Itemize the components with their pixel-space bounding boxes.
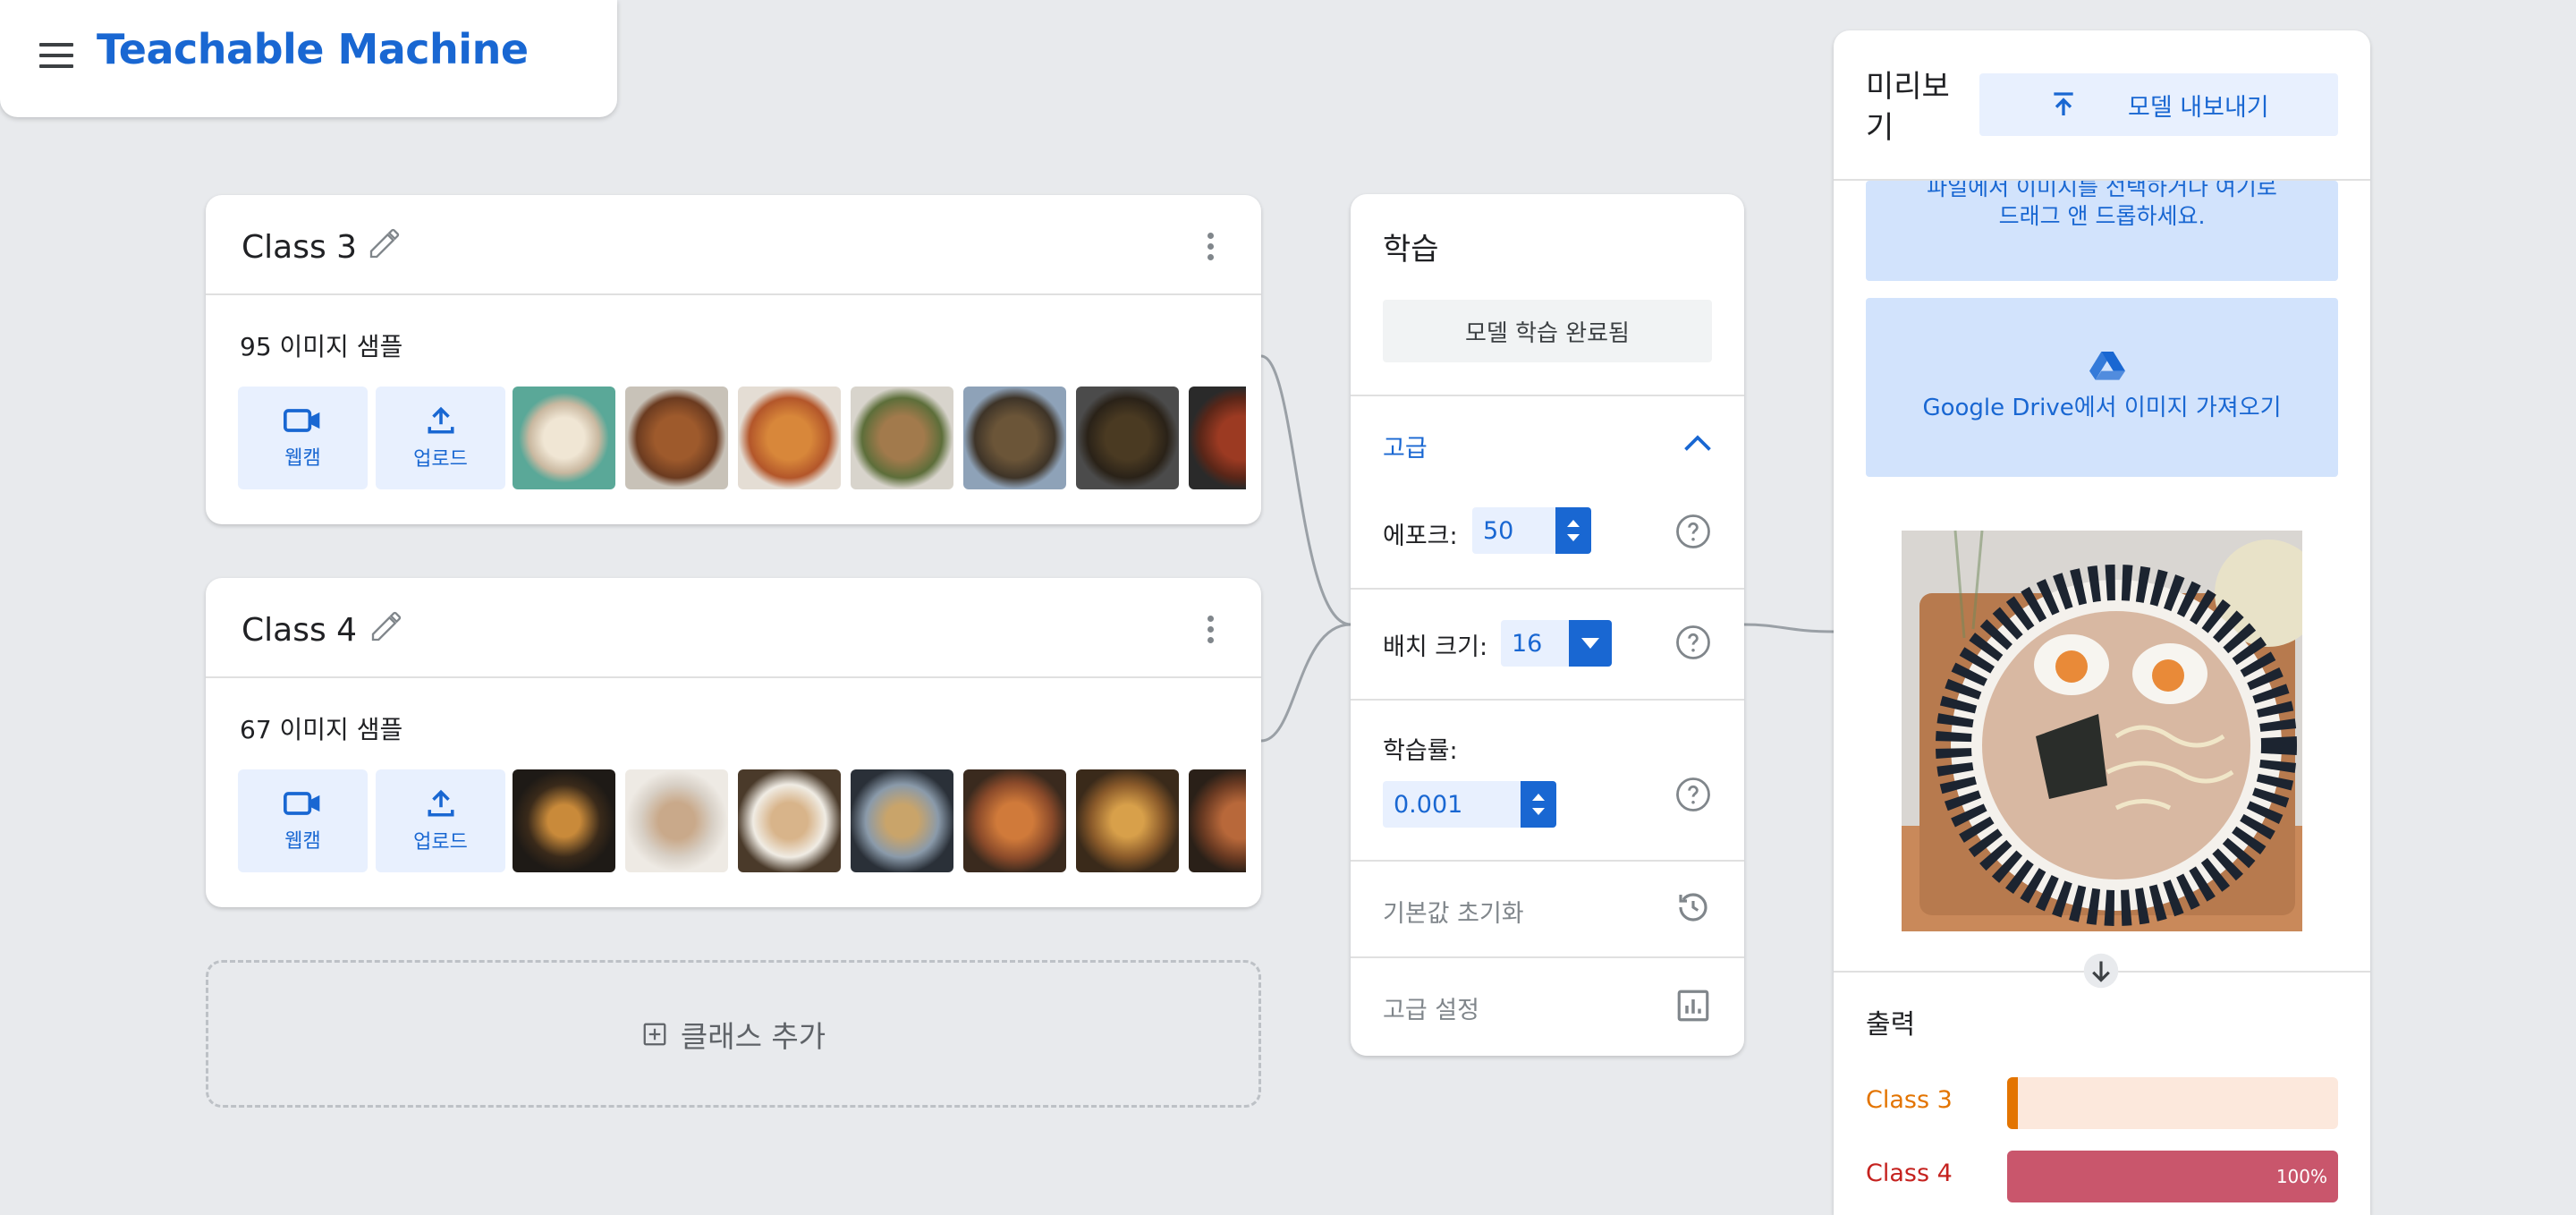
video-camera-icon — [283, 408, 319, 432]
epochs-stepper[interactable]: 50 — [1472, 507, 1591, 554]
stepper-arrows-icon[interactable] — [1555, 507, 1591, 554]
learning-rate-label: 학습률: — [1383, 737, 1458, 765]
export-model-button[interactable]: 모델 내보내기 — [1979, 73, 2338, 136]
google-drive-import-button[interactable]: Google Drive에서 이미지 가져오기 — [1866, 298, 2338, 477]
preview-image — [1902, 531, 2302, 931]
output-label-class-3: Class 3 — [1866, 1086, 1953, 1114]
sample-thumbnail[interactable] — [513, 387, 615, 489]
class-name[interactable]: Class 3 — [242, 229, 357, 266]
stepper-arrows-icon[interactable] — [1521, 781, 1556, 828]
sample-thumbnail[interactable] — [1076, 387, 1179, 489]
sample-thumbnail[interactable] — [738, 387, 841, 489]
export-upload-icon — [2054, 92, 2073, 115]
sample-thumbnail[interactable] — [1076, 769, 1179, 872]
sample-thumbnails — [513, 769, 1246, 872]
chevron-up-icon[interactable] — [1682, 432, 1714, 454]
history-icon[interactable] — [1674, 888, 1712, 926]
batch-size-label: 배치 크기: — [1383, 633, 1488, 661]
sample-thumbnail[interactable] — [1189, 769, 1246, 872]
upload-button[interactable]: 업로드 — [376, 769, 505, 872]
chevron-down-icon[interactable] — [1569, 620, 1612, 667]
sample-thumbnail[interactable] — [851, 387, 953, 489]
output-title: 출력 — [1866, 1009, 1916, 1041]
class-name[interactable]: Class 4 — [242, 612, 357, 649]
menu-icon[interactable] — [39, 43, 73, 68]
batch-size-select[interactable]: 16 — [1501, 620, 1612, 667]
output-bar-class-4: 100% — [2007, 1151, 2338, 1202]
sample-thumbnail[interactable] — [851, 769, 953, 872]
help-icon[interactable] — [1674, 776, 1712, 813]
webcam-button[interactable]: 웹캠 — [238, 387, 368, 489]
sample-thumbnail[interactable] — [963, 769, 1066, 872]
advanced-toggle-label[interactable]: 고급 — [1383, 429, 1428, 463]
edit-pencil-icon[interactable] — [367, 225, 402, 261]
sample-count: 67 이미지 샘플 — [240, 715, 403, 744]
advanced-settings-label[interactable]: 고급 설정 — [1383, 990, 1479, 1025]
help-icon[interactable] — [1674, 624, 1712, 661]
video-camera-icon — [283, 791, 319, 815]
sample-thumbnail[interactable] — [963, 387, 1066, 489]
webcam-button[interactable]: 웹캠 — [238, 769, 368, 872]
more-options-icon[interactable] — [1208, 616, 1215, 646]
add-class-button[interactable]: 클래스 추가 — [206, 960, 1261, 1108]
preview-title: 미리보기 — [1866, 69, 1950, 146]
help-icon[interactable] — [1674, 513, 1712, 550]
add-box-icon — [643, 1023, 666, 1045]
more-options-icon[interactable] — [1208, 233, 1215, 263]
class-card-4: Class 4 67 이미지 샘플 웹캠 업로드 — [206, 578, 1261, 907]
sample-thumbnails — [513, 387, 1246, 489]
app-title[interactable]: Teachable Machine — [97, 25, 529, 73]
upload-icon — [427, 789, 454, 817]
upload-icon — [427, 406, 454, 434]
sample-thumbnail[interactable] — [625, 387, 728, 489]
sample-count: 95 이미지 샘플 — [240, 332, 403, 361]
training-title: 학습 — [1383, 232, 1439, 268]
training-panel: 학습 모델 학습 완료됨 고급 에포크: 50 배치 크기: 16 학습률: 0… — [1351, 194, 1744, 1056]
output-bar-class-3 — [2007, 1077, 2338, 1129]
google-drive-icon — [2089, 352, 2125, 380]
app-header: Teachable Machine — [0, 0, 617, 117]
epochs-label: 에포크: — [1383, 523, 1458, 550]
sample-thumbnail[interactable] — [513, 769, 615, 872]
class-card-3: Class 3 95 이미지 샘플 웹캠 업로드 — [206, 195, 1261, 524]
sample-thumbnail[interactable] — [1189, 387, 1246, 489]
preview-connector-line — [1744, 623, 1834, 633]
arrow-down-icon — [2083, 953, 2119, 989]
edit-pencil-icon[interactable] — [369, 608, 404, 644]
preview-panel: 미리보기 모델 내보내기 파일에서 이미지를 선택하거나 여기로 드래그 앤 드… — [1834, 30, 2370, 1215]
chart-icon[interactable] — [1674, 987, 1712, 1024]
learning-rate-stepper[interactable]: 0.001 — [1383, 781, 1556, 828]
sample-thumbnail[interactable] — [738, 769, 841, 872]
train-model-button[interactable]: 모델 학습 완료됨 — [1383, 300, 1712, 362]
reset-defaults-label[interactable]: 기본값 초기화 — [1383, 894, 1524, 929]
sample-thumbnail[interactable] — [625, 769, 728, 872]
output-label-class-4: Class 4 — [1866, 1160, 1953, 1187]
upload-button[interactable]: 업로드 — [376, 387, 505, 489]
image-drop-zone[interactable]: 파일에서 이미지를 선택하거나 여기로 드래그 앤 드롭하세요. — [1866, 181, 2338, 281]
